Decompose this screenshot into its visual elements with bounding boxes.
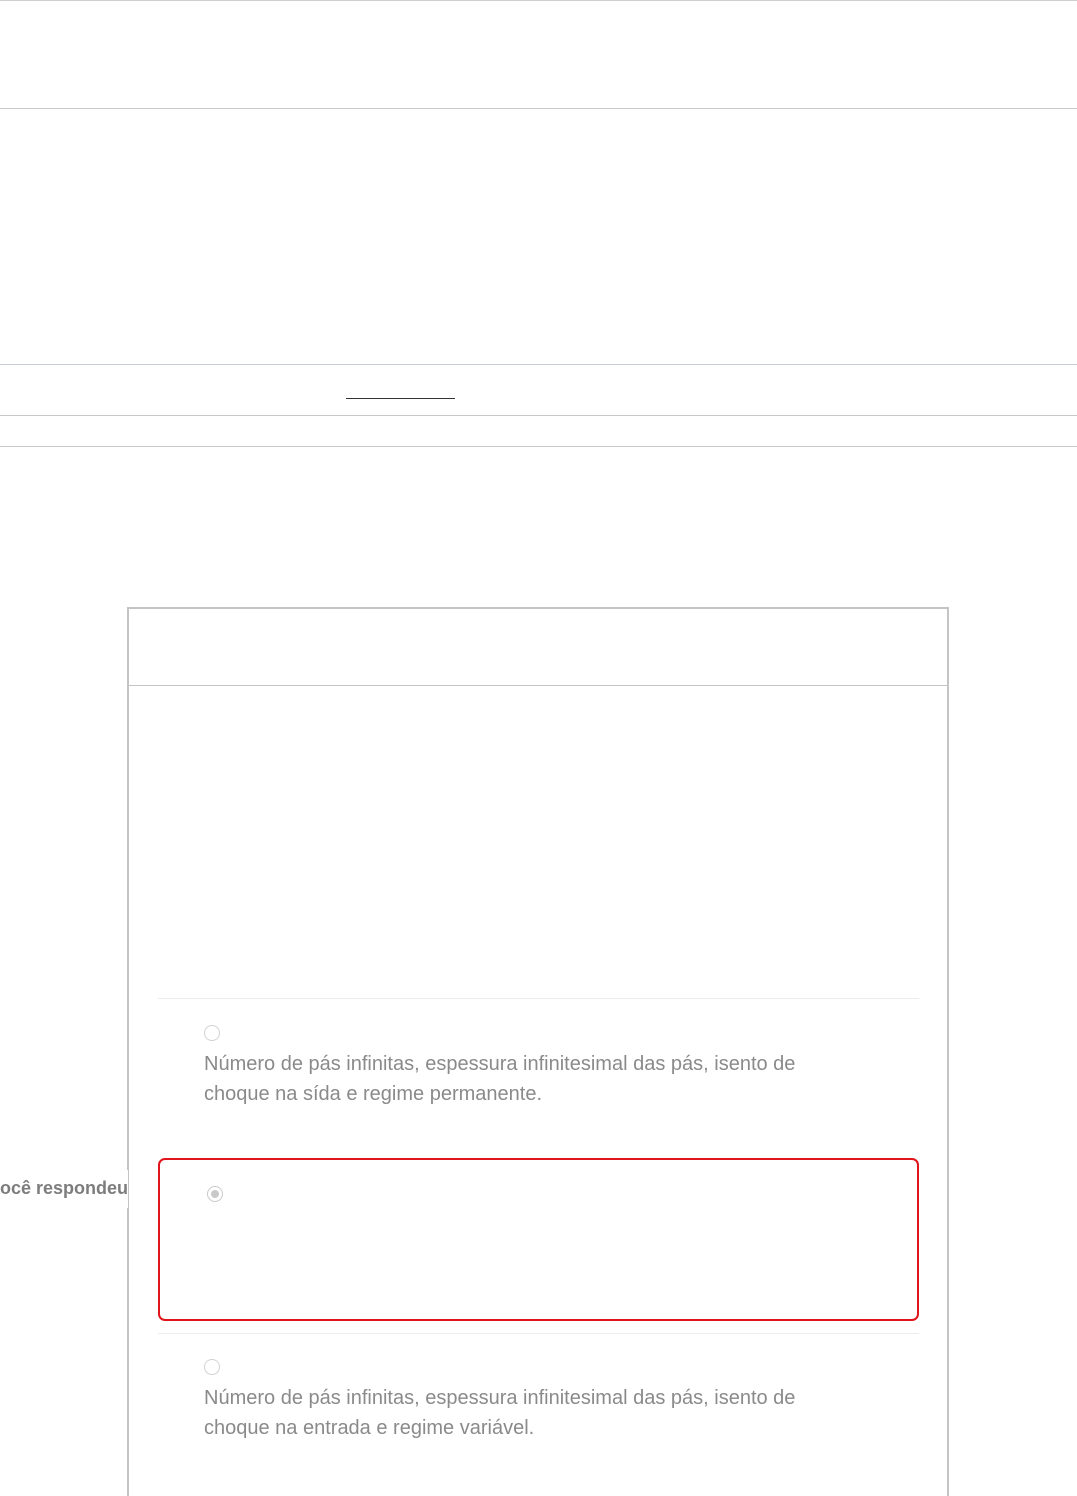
selected-answer-highlight[interactable] bbox=[158, 1158, 919, 1321]
table-top-border bbox=[0, 364, 1077, 365]
option-text-1-line-1: Número de pás infinitas, espessura infin… bbox=[204, 1053, 796, 1075]
option-text-1: Número de pás infinitas, espessura infin… bbox=[204, 1049, 844, 1109]
option-radio-1[interactable] bbox=[204, 1025, 220, 1041]
option-radio-3[interactable] bbox=[204, 1359, 220, 1375]
top-divider bbox=[0, 0, 1077, 1]
table-row-divider bbox=[0, 415, 1077, 416]
option-text-3-line-2: choque na entrada e regime variável. bbox=[204, 1417, 535, 1439]
question-header-divider bbox=[129, 685, 947, 686]
option-divider bbox=[158, 1333, 919, 1334]
header-divider bbox=[0, 108, 1077, 109]
option-text-3: Número de pás infinitas, espessura infin… bbox=[204, 1383, 844, 1443]
table-bottom-border bbox=[0, 446, 1077, 447]
page: Número de pás infinitas, espessura infin… bbox=[0, 0, 1077, 1496]
option-text-3-line-1: Número de pás infinitas, espessura infin… bbox=[204, 1387, 796, 1409]
option-text-1-line-2: choque na sída e regime permanente. bbox=[204, 1083, 542, 1105]
option-divider bbox=[158, 998, 919, 999]
table-link[interactable] bbox=[346, 398, 455, 399]
option-radio-2[interactable] bbox=[207, 1186, 223, 1202]
you-answered-label: ocê respondeu bbox=[0, 1170, 128, 1208]
